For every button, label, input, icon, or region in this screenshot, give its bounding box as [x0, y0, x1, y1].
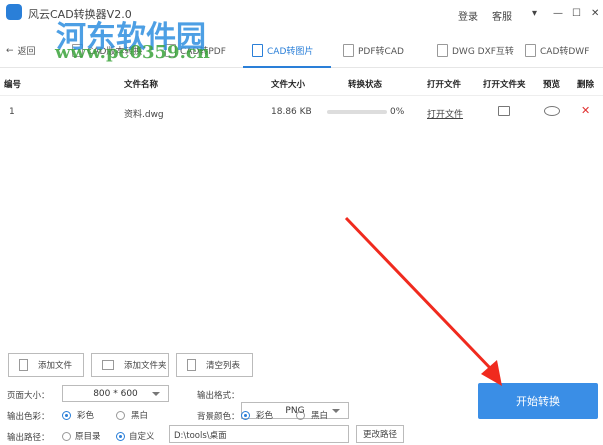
- red-arrow-annotation: [344, 216, 502, 386]
- arrow-shaft: [344, 216, 494, 372]
